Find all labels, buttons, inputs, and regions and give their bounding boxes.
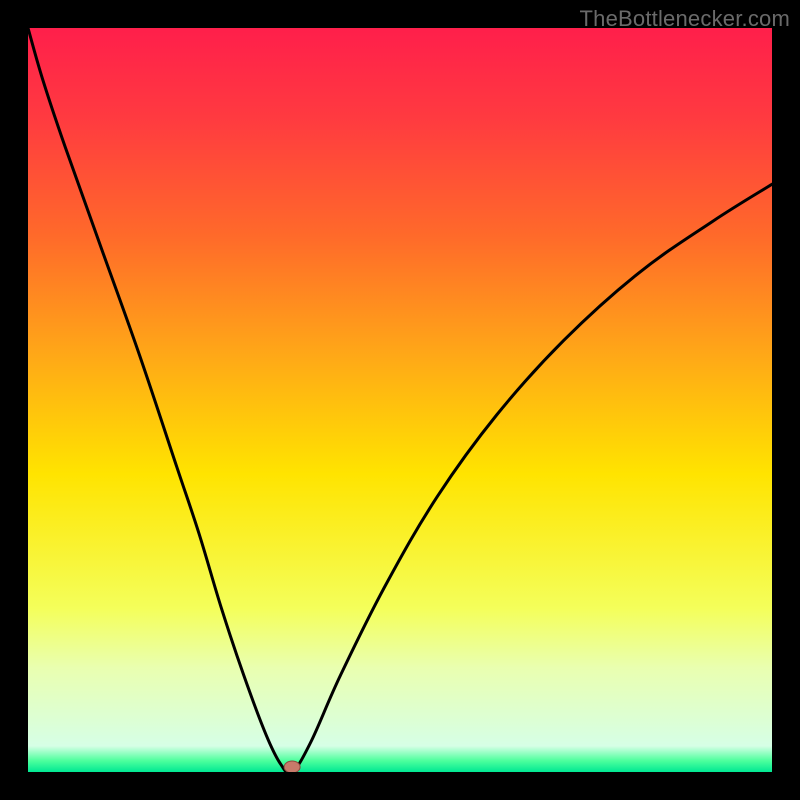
watermark-text: TheBottlenecker.com	[580, 6, 790, 32]
chart-frame: TheBottlenecker.com	[0, 0, 800, 800]
plot-area	[28, 28, 772, 772]
plot-svg	[28, 28, 772, 772]
gradient-background	[28, 28, 772, 772]
optimal-point-marker	[284, 761, 300, 772]
